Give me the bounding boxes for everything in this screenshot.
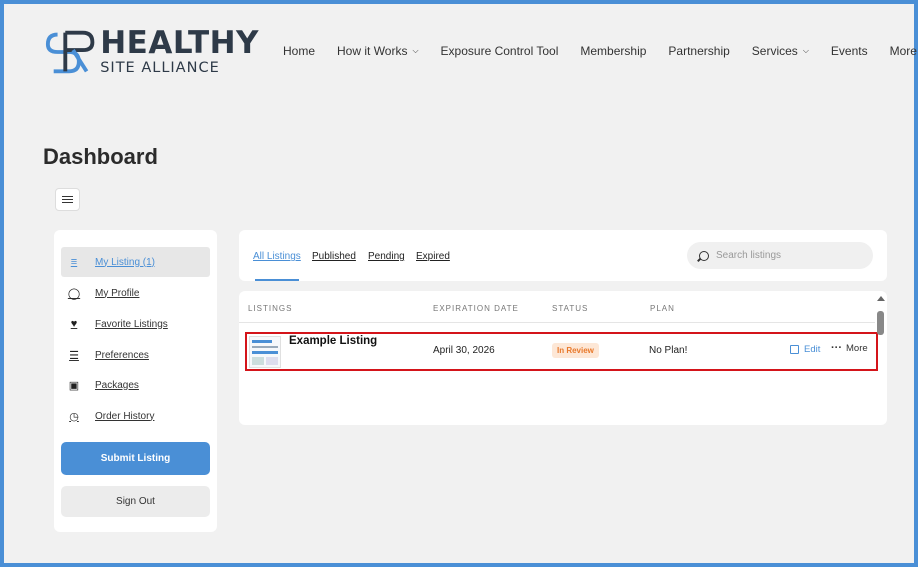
- nav-item-membership[interactable]: Membership: [580, 44, 646, 58]
- column-header-plan: PLAN: [650, 304, 675, 313]
- sidebar-item-label: Packages: [95, 379, 139, 391]
- sign-out-button[interactable]: Sign Out: [61, 486, 210, 517]
- hamburger-icon: [62, 196, 73, 203]
- clock-icon: ◷: [69, 410, 79, 423]
- nav-item-events[interactable]: Events: [831, 44, 868, 58]
- sidebar-item-label: My Profile: [95, 287, 140, 299]
- submit-listing-button[interactable]: Submit Listing: [61, 442, 210, 475]
- plan-value: No Plan!: [649, 345, 688, 356]
- sidebar-item-order-history[interactable]: ◷ Order History: [61, 401, 210, 431]
- sidebar-item-my-profile[interactable]: ◯ My Profile: [61, 278, 210, 308]
- nav-item-partnership[interactable]: Partnership: [668, 44, 729, 58]
- logo-wordmark: HEALTHY SITE ALLIANCE: [100, 28, 259, 76]
- edit-label: Edit: [804, 344, 821, 355]
- sidebar-item-label: My Listing (1): [95, 256, 156, 268]
- logo-line2: SITE ALLIANCE: [100, 60, 220, 77]
- sidebar-item-label: Favorite Listings: [95, 318, 168, 330]
- column-header-expiration-date: EXPIRATION DATE: [433, 304, 519, 313]
- table-row[interactable]: Example Listing April 30, 2026 In Review…: [245, 332, 878, 371]
- column-header-listings: LISTINGS: [248, 304, 293, 313]
- sidebar-item-label: Order History: [95, 410, 155, 422]
- listing-thumbnail[interactable]: [249, 336, 281, 368]
- search-icon: [699, 250, 709, 261]
- search-placeholder: Search listings: [716, 250, 782, 261]
- nav-item-services[interactable]: Services ⌵: [752, 44, 809, 58]
- user-icon: ◯: [67, 287, 81, 300]
- nav-item-how-it-works[interactable]: How it Works ⌵: [337, 44, 419, 58]
- main-nav: Home How it Works ⌵ Exposure Control Tool…: [283, 44, 918, 58]
- money-icon: ▣: [68, 379, 80, 392]
- nav-label: How it Works: [337, 44, 408, 58]
- search-input[interactable]: Search listings: [687, 242, 873, 269]
- nav-label: Partnership: [668, 44, 730, 58]
- nav-label: Exposure Control Tool: [440, 44, 559, 58]
- site-logo[interactable]: HEALTHY SITE ALLIANCE: [44, 26, 259, 78]
- nav-label: Services: [751, 44, 798, 58]
- header-divider: [239, 322, 875, 323]
- nav-item-home[interactable]: Home: [283, 44, 315, 58]
- chevron-down-icon: ⌵: [412, 46, 419, 55]
- sidebar-item-preferences[interactable]: ☰ Preferences: [61, 340, 210, 370]
- logo-line1: HEALTHY: [100, 25, 259, 62]
- heart-icon: ♥: [70, 318, 78, 330]
- nav-label: Membership: [580, 44, 647, 58]
- more-button[interactable]: ··· More: [831, 342, 868, 354]
- active-tab-indicator: [255, 279, 299, 281]
- menu-toggle-button[interactable]: [55, 188, 80, 211]
- listing-title[interactable]: Example Listing: [289, 335, 377, 347]
- app-frame: HEALTHY SITE ALLIANCE Home How it Works ⌵…: [0, 0, 918, 567]
- page-title: Dashboard: [43, 144, 158, 169]
- sidebar-item-favorite-listings[interactable]: ♥ Favorite Listings: [61, 309, 210, 339]
- scroll-up-arrow-icon[interactable]: [877, 296, 885, 301]
- sidebar-item-label: Preferences: [95, 349, 149, 361]
- scrollbar-thumb[interactable]: [877, 311, 884, 335]
- sidebar-item-my-listing[interactable]: ≡ My Listing (1): [61, 247, 210, 277]
- tab-pending[interactable]: Pending: [368, 251, 405, 262]
- edit-button[interactable]: Edit: [790, 344, 820, 355]
- nav-label: More: [889, 44, 917, 58]
- column-header-status: STATUS: [552, 304, 589, 313]
- listing-tabs-bar: All Listings Published Pending Expired S…: [239, 230, 887, 281]
- tab-published[interactable]: Published: [312, 251, 356, 262]
- sliders-icon: ☰: [69, 349, 79, 362]
- nav-item-exposure-control-tool[interactable]: Exposure Control Tool: [441, 44, 559, 58]
- listings-table: LISTINGS EXPIRATION DATE STATUS PLAN Exa…: [239, 291, 887, 425]
- sidebar-item-packages[interactable]: ▣ Packages: [61, 370, 210, 400]
- more-label: More: [846, 342, 868, 354]
- status-badge: In Review: [552, 343, 599, 358]
- list-icon: ≡: [70, 256, 78, 268]
- logo-mark-icon: [45, 30, 95, 74]
- expiration-date: April 30, 2026: [433, 345, 495, 356]
- tab-all-listings[interactable]: All Listings: [253, 251, 301, 262]
- nav-label: Home: [283, 44, 316, 58]
- site-header: HEALTHY SITE ALLIANCE Home How it Works ⌵…: [4, 4, 917, 104]
- edit-icon: [790, 345, 799, 354]
- tab-expired[interactable]: Expired: [416, 251, 450, 262]
- ellipsis-icon: ···: [831, 342, 842, 354]
- chevron-down-icon: ⌵: [802, 46, 809, 55]
- nav-label: Events: [830, 44, 868, 58]
- nav-item-more[interactable]: More⌵: [890, 44, 918, 58]
- dashboard-sidebar: ≡ My Listing (1) ◯ My Profile ♥ Favorite…: [54, 230, 217, 532]
